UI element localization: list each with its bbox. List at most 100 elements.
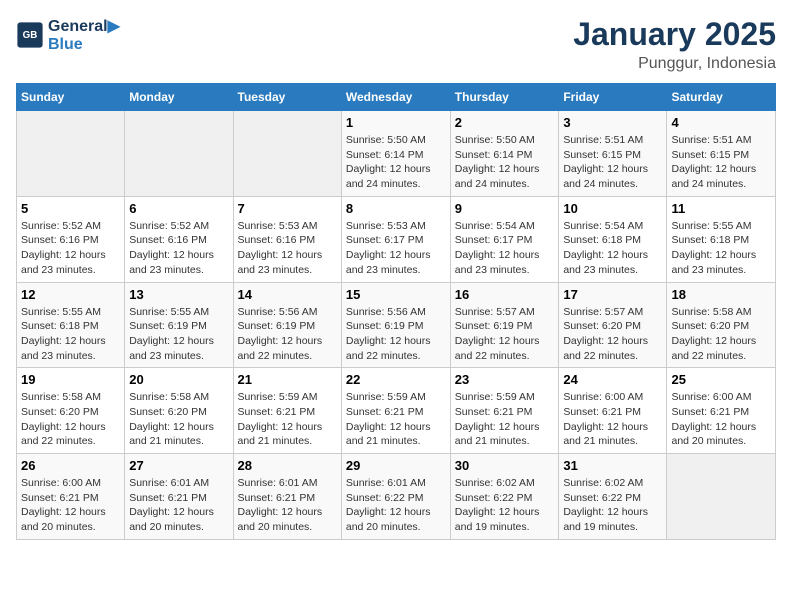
day-info: Sunrise: 5:57 AM Sunset: 6:20 PM Dayligh… — [563, 305, 662, 364]
header-row: Sunday Monday Tuesday Wednesday Thursday… — [17, 84, 776, 111]
day-info: Sunrise: 5:51 AM Sunset: 6:15 PM Dayligh… — [671, 133, 771, 192]
day-number: 30 — [455, 458, 555, 473]
col-tuesday: Tuesday — [233, 84, 341, 111]
day-info: Sunrise: 5:50 AM Sunset: 6:14 PM Dayligh… — [346, 133, 446, 192]
day-number: 9 — [455, 201, 555, 216]
col-thursday: Thursday — [450, 84, 559, 111]
calendar-week-2: 5 Sunrise: 5:52 AM Sunset: 6:16 PM Daylig… — [17, 196, 776, 282]
day-number: 8 — [346, 201, 446, 216]
day-number: 1 — [346, 115, 446, 130]
calendar-cell: 20Sunrise: 5:58 AM Sunset: 6:20 PM Dayli… — [125, 368, 233, 454]
day-number: 23 — [455, 372, 555, 387]
logo-text: General▶ Blue — [48, 16, 120, 54]
calendar-cell: 19Sunrise: 5:58 AM Sunset: 6:20 PM Dayli… — [17, 368, 125, 454]
calendar-cell: 31 Sunrise: 6:02 AM Sunset: 6:22 PM Dayli… — [559, 454, 667, 540]
calendar-cell: 4 Sunrise: 5:51 AM Sunset: 6:15 PM Daylig… — [667, 111, 776, 197]
day-number: 19 — [21, 372, 120, 387]
day-number: 14 — [238, 287, 337, 302]
day-info: Sunrise: 6:02 AM Sunset: 6:22 PM Dayligh… — [455, 476, 555, 535]
logo: GB General▶ Blue — [16, 16, 120, 54]
day-info: Sunrise: 5:54 AM Sunset: 6:17 PM Dayligh… — [455, 219, 555, 278]
calendar-cell: 25Sunrise: 6:00 AM Sunset: 6:21 PM Dayli… — [667, 368, 776, 454]
day-number: 16 — [455, 287, 555, 302]
calendar-cell: 28Sunrise: 6:01 AM Sunset: 6:21 PM Dayli… — [233, 454, 341, 540]
day-info: Sunrise: 5:59 AM Sunset: 6:21 PM Dayligh… — [346, 390, 446, 449]
calendar-header: Sunday Monday Tuesday Wednesday Thursday… — [17, 84, 776, 111]
col-sunday: Sunday — [17, 84, 125, 111]
calendar-body: 1 Sunrise: 5:50 AM Sunset: 6:14 PM Daylig… — [17, 111, 776, 540]
day-number: 17 — [563, 287, 662, 302]
calendar-week-1: 1 Sunrise: 5:50 AM Sunset: 6:14 PM Daylig… — [17, 111, 776, 197]
calendar-cell: 5 Sunrise: 5:52 AM Sunset: 6:16 PM Daylig… — [17, 196, 125, 282]
day-number: 6 — [129, 201, 228, 216]
calendar-cell: 23Sunrise: 5:59 AM Sunset: 6:21 PM Dayli… — [450, 368, 559, 454]
day-info: Sunrise: 5:56 AM Sunset: 6:19 PM Dayligh… — [346, 305, 446, 364]
day-number: 12 — [21, 287, 120, 302]
calendar-cell: 6 Sunrise: 5:52 AM Sunset: 6:16 PM Daylig… — [125, 196, 233, 282]
day-number: 27 — [129, 458, 228, 473]
calendar-cell: 1 Sunrise: 5:50 AM Sunset: 6:14 PM Daylig… — [341, 111, 450, 197]
day-info: Sunrise: 5:51 AM Sunset: 6:15 PM Dayligh… — [563, 133, 662, 192]
day-info: Sunrise: 5:50 AM Sunset: 6:14 PM Dayligh… — [455, 133, 555, 192]
calendar-cell — [17, 111, 125, 197]
calendar-cell: 13 Sunrise: 5:55 AM Sunset: 6:19 PM Dayli… — [125, 282, 233, 368]
col-monday: Monday — [125, 84, 233, 111]
day-number: 29 — [346, 458, 446, 473]
day-info: Sunrise: 6:00 AM Sunset: 6:21 PM Dayligh… — [563, 390, 662, 449]
day-number: 5 — [21, 201, 120, 216]
day-info: Sunrise: 5:55 AM Sunset: 6:19 PM Dayligh… — [129, 305, 228, 364]
day-number: 10 — [563, 201, 662, 216]
calendar-cell: 22Sunrise: 5:59 AM Sunset: 6:21 PM Dayli… — [341, 368, 450, 454]
day-info: Sunrise: 5:54 AM Sunset: 6:18 PM Dayligh… — [563, 219, 662, 278]
day-info: Sunrise: 5:52 AM Sunset: 6:16 PM Dayligh… — [129, 219, 228, 278]
day-info: Sunrise: 6:01 AM Sunset: 6:22 PM Dayligh… — [346, 476, 446, 535]
col-wednesday: Wednesday — [341, 84, 450, 111]
day-number: 24 — [563, 372, 662, 387]
day-number: 11 — [671, 201, 771, 216]
day-info: Sunrise: 5:57 AM Sunset: 6:19 PM Dayligh… — [455, 305, 555, 364]
calendar-week-4: 19 Sunrise: 5:58 AM Sunset: 6:20 PM Dayli… — [17, 368, 776, 454]
calendar-week-3: 12 Sunrise: 5:55 AM Sunset: 6:18 PM Dayli… — [17, 282, 776, 368]
day-info: Sunrise: 5:55 AM Sunset: 6:18 PM Dayligh… — [21, 305, 120, 364]
calendar-week-5: 26 Sunrise: 6:00 AM Sunset: 6:21 PM Dayli… — [17, 454, 776, 540]
day-number: 15 — [346, 287, 446, 302]
calendar-table: Sunday Monday Tuesday Wednesday Thursday… — [16, 83, 776, 540]
calendar-cell: 29 Sunrise: 6:01 AM Sunset: 6:22 PM Dayli… — [341, 454, 450, 540]
calendar-cell: 27 Sunrise: 6:01 AM Sunset: 6:21 PM Dayli… — [125, 454, 233, 540]
day-number: 31 — [563, 458, 662, 473]
day-info: Sunrise: 5:58 AM Sunset: 6:20 PM Dayligh… — [671, 305, 771, 364]
col-saturday: Saturday — [667, 84, 776, 111]
calendar-cell: 24 Sunrise: 6:00 AM Sunset: 6:21 PM Dayli… — [559, 368, 667, 454]
calendar-cell — [233, 111, 341, 197]
day-number: 18 — [671, 287, 771, 302]
day-info: Sunrise: 5:59 AM Sunset: 6:21 PM Dayligh… — [238, 390, 337, 449]
day-number: 2 — [455, 115, 555, 130]
day-info: Sunrise: 5:55 AM Sunset: 6:18 PM Dayligh… — [671, 219, 771, 278]
calendar-cell: 14Sunrise: 5:56 AM Sunset: 6:19 PM Dayli… — [233, 282, 341, 368]
day-info: Sunrise: 5:53 AM Sunset: 6:17 PM Dayligh… — [346, 219, 446, 278]
day-info: Sunrise: 5:58 AM Sunset: 6:20 PM Dayligh… — [129, 390, 228, 449]
day-number: 3 — [563, 115, 662, 130]
day-info: Sunrise: 5:52 AM Sunset: 6:16 PM Dayligh… — [21, 219, 120, 278]
day-info: Sunrise: 6:02 AM Sunset: 6:22 PM Dayligh… — [563, 476, 662, 535]
day-number: 4 — [671, 115, 771, 130]
day-number: 13 — [129, 287, 228, 302]
day-info: Sunrise: 6:01 AM Sunset: 6:21 PM Dayligh… — [129, 476, 228, 535]
calendar-cell: 7Sunrise: 5:53 AM Sunset: 6:16 PM Daylig… — [233, 196, 341, 282]
svg-text:GB: GB — [23, 30, 38, 41]
day-info: Sunrise: 6:00 AM Sunset: 6:21 PM Dayligh… — [21, 476, 120, 535]
calendar-cell: 21 Sunrise: 5:59 AM Sunset: 6:21 PM Dayli… — [233, 368, 341, 454]
calendar-title: January 2025 — [573, 16, 776, 53]
day-number: 26 — [21, 458, 120, 473]
calendar-cell — [667, 454, 776, 540]
day-info: Sunrise: 6:00 AM Sunset: 6:21 PM Dayligh… — [671, 390, 771, 449]
calendar-cell: 16 Sunrise: 5:57 AM Sunset: 6:19 PM Dayli… — [450, 282, 559, 368]
day-number: 21 — [238, 372, 337, 387]
calendar-cell: 8 Sunrise: 5:53 AM Sunset: 6:17 PM Daylig… — [341, 196, 450, 282]
calendar-cell: 30 Sunrise: 6:02 AM Sunset: 6:22 PM Dayli… — [450, 454, 559, 540]
day-number: 28 — [238, 458, 337, 473]
calendar-cell: 15 Sunrise: 5:56 AM Sunset: 6:19 PM Dayli… — [341, 282, 450, 368]
calendar-cell: 26 Sunrise: 6:00 AM Sunset: 6:21 PM Dayli… — [17, 454, 125, 540]
title-area: January 2025 Punggur, Indonesia — [573, 16, 776, 73]
calendar-cell: 17 Sunrise: 5:57 AM Sunset: 6:20 PM Dayli… — [559, 282, 667, 368]
